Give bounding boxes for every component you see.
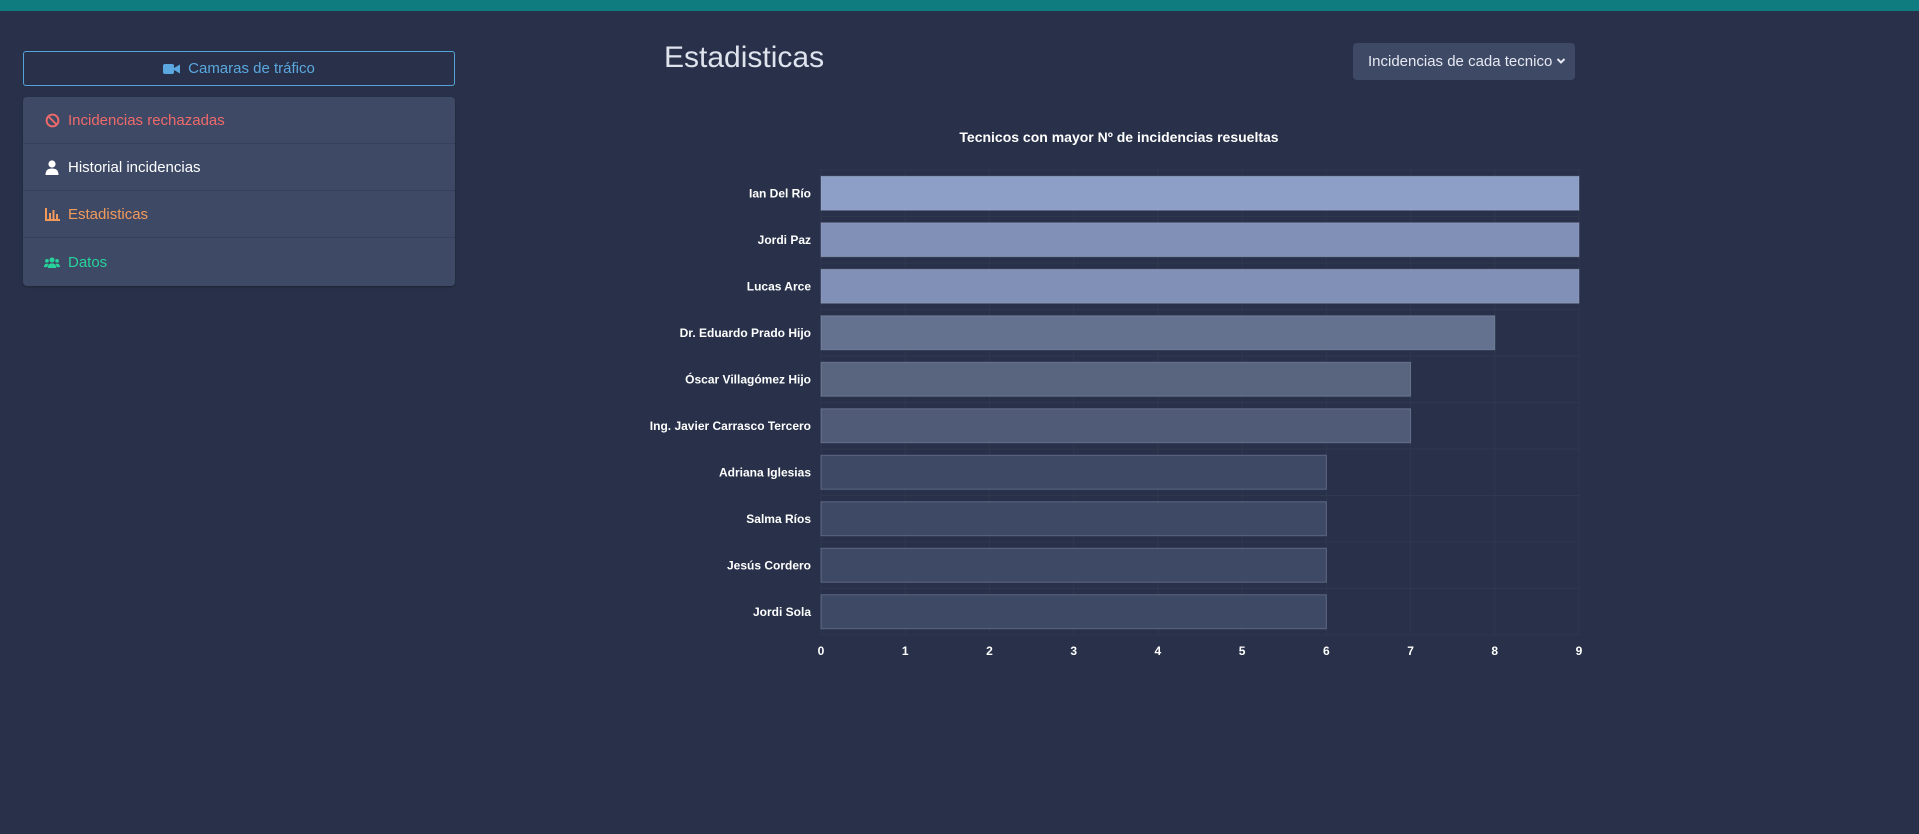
chart-category-label: Jordi Sola [753, 605, 811, 619]
chart-bar [820, 408, 1412, 444]
chart-tick-label: 3 [1070, 644, 1077, 658]
chart-bar [820, 547, 1327, 583]
chart-bar [820, 454, 1327, 490]
chart-bar [820, 594, 1327, 630]
chart-category-label: Adriana Iglesias [719, 465, 811, 479]
chart-tick-label: 2 [986, 644, 993, 658]
chart-tick-label: 6 [1323, 644, 1330, 658]
chart-tick-label: 5 [1239, 644, 1246, 658]
chart-tick-label: 4 [1155, 644, 1162, 658]
chart-tick-label: 7 [1407, 644, 1414, 658]
chart-tick-label: 0 [818, 644, 825, 658]
chart-category-label: Ing. Javier Carrasco Tercero [650, 419, 811, 433]
chart-category-label: Ian Del Río [749, 186, 811, 200]
chart-bar [820, 315, 1496, 351]
chart-category-label: Óscar Villagómez Hijo [685, 371, 811, 386]
chart-bar [820, 361, 1412, 397]
technicians-bar-chart: Tecnicos con mayor Nº de incidencias res… [650, 129, 1583, 658]
chart-category-label: Dr. Eduardo Prado Hijo [680, 326, 811, 340]
chart-bar [820, 175, 1580, 211]
chart-title: Tecnicos con mayor Nº de incidencias res… [959, 129, 1278, 145]
chart-category-label: Lucas Arce [747, 279, 812, 293]
chart-bar [820, 268, 1580, 304]
chart-bar [820, 222, 1580, 258]
chart-category-label: Jordi Paz [758, 233, 811, 247]
chart-tick-label: 1 [902, 644, 909, 658]
chart-bar [820, 501, 1327, 537]
chart-category-label: Jesús Cordero [727, 558, 811, 572]
chart-tick-label: 9 [1576, 644, 1583, 658]
chart-category-label: Salma Ríos [746, 512, 811, 526]
chart-tick-label: 8 [1491, 644, 1498, 658]
